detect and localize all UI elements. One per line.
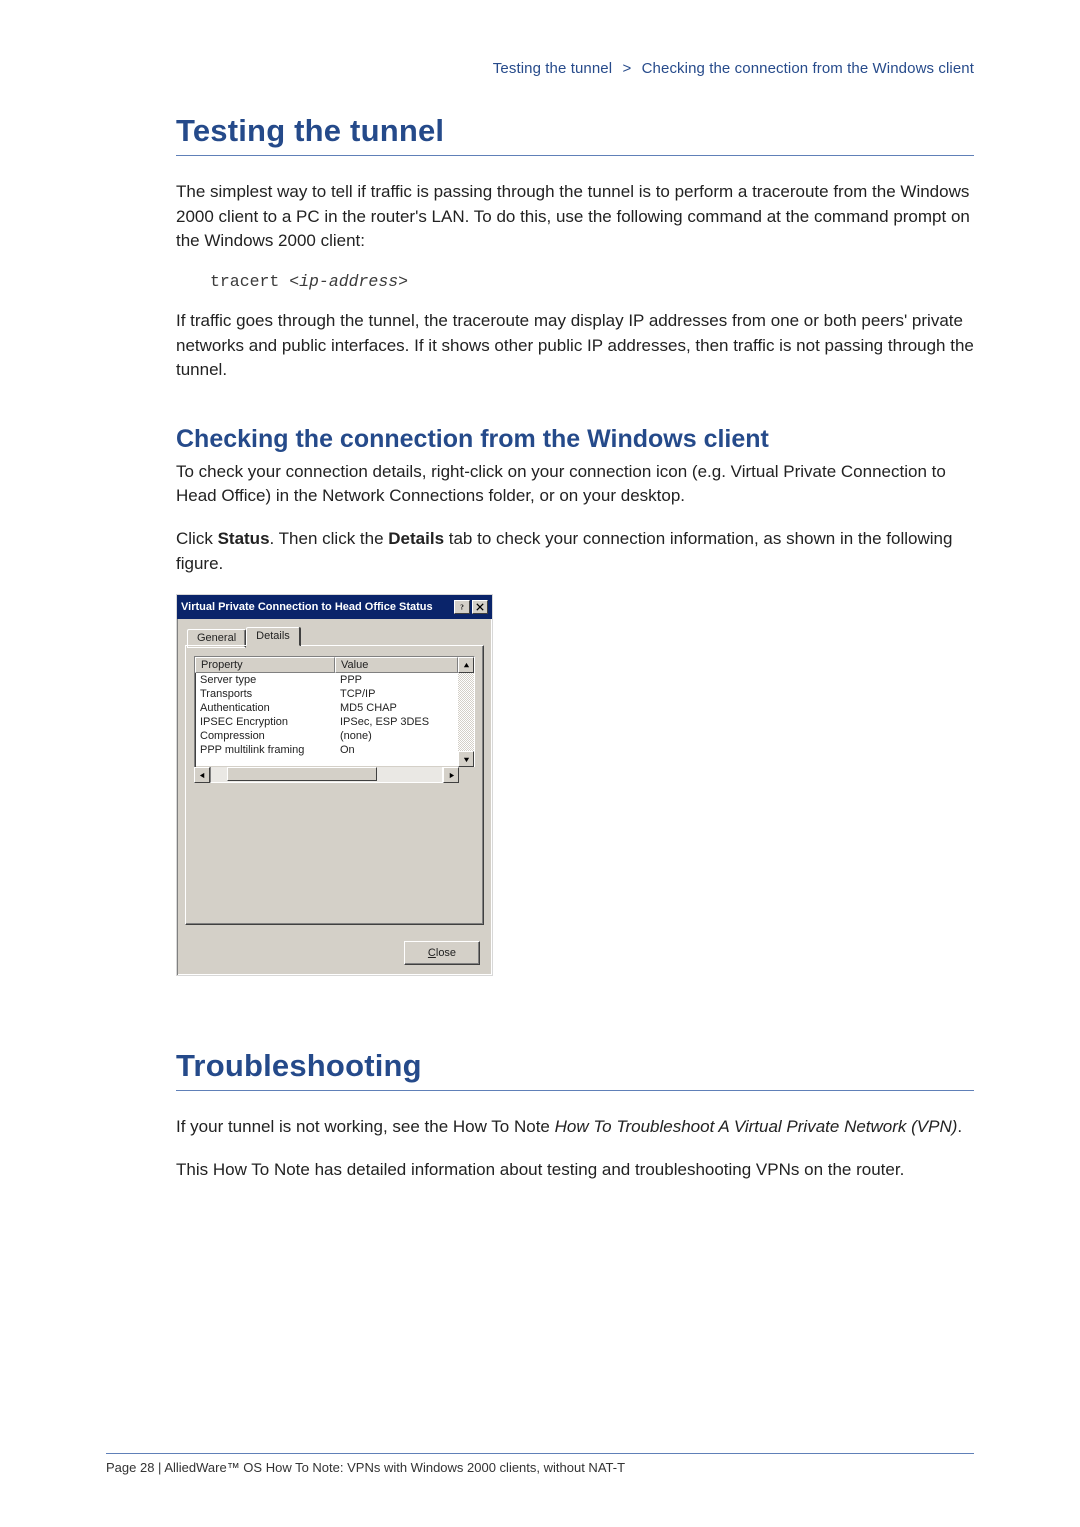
list-item: MD5 CHAP bbox=[335, 701, 458, 715]
list-item: TCP/IP bbox=[335, 687, 458, 701]
list-item: Transports bbox=[195, 687, 335, 701]
list-columns: Property Server type Transports Authenti… bbox=[195, 657, 458, 767]
list-item: PPP multilink framing bbox=[195, 743, 335, 757]
footer-rule bbox=[106, 1453, 974, 1454]
heading-rule bbox=[176, 155, 974, 156]
scroll-corner bbox=[459, 767, 475, 783]
tab-details[interactable]: Details bbox=[246, 627, 300, 646]
header-property[interactable]: Property bbox=[195, 657, 335, 673]
scroll-right-button[interactable] bbox=[443, 767, 459, 783]
para-troubleshoot-info: This How To Note has detailed informatio… bbox=[176, 1158, 974, 1183]
text-fragment: Click bbox=[176, 529, 218, 548]
breadcrumb-separator: > bbox=[622, 60, 631, 77]
page-footer: Page 28 | AlliedWare™ OS How To Note: VP… bbox=[106, 1453, 974, 1475]
scroll-track[interactable] bbox=[210, 767, 443, 783]
bold-status: Status bbox=[218, 529, 270, 548]
status-dialog-figure: Virtual Private Connection to Head Offic… bbox=[176, 594, 493, 976]
details-list[interactable]: Property Server type Transports Authenti… bbox=[194, 656, 475, 768]
list-item: (none) bbox=[335, 729, 458, 743]
document-page: Testing the tunnel > Checking the connec… bbox=[0, 0, 1080, 1527]
dialog-button-row: Close bbox=[177, 933, 492, 975]
heading-testing-the-tunnel: Testing the tunnel bbox=[176, 113, 974, 149]
para-troubleshoot-ref: If your tunnel is not working, see the H… bbox=[176, 1115, 974, 1140]
column-property: Property Server type Transports Authenti… bbox=[195, 657, 335, 767]
close-icon bbox=[476, 603, 484, 611]
details-panel: Property Server type Transports Authenti… bbox=[185, 645, 484, 925]
svg-text:?: ? bbox=[460, 604, 464, 612]
vertical-scrollbar[interactable] bbox=[458, 657, 474, 767]
column-value: Value PPP TCP/IP MD5 CHAP IPSec, ESP 3DE… bbox=[335, 657, 458, 767]
dialog-body: General Details Property Server type Tra… bbox=[177, 619, 492, 933]
scroll-up-button[interactable] bbox=[458, 657, 474, 673]
list-item: Server type bbox=[195, 673, 335, 687]
para-check-intro: To check your connection details, right-… bbox=[176, 460, 974, 509]
heading-checking-connection: Checking the connection from the Windows… bbox=[176, 425, 974, 454]
list-item: PPP bbox=[335, 673, 458, 687]
list-item: IPSec, ESP 3DES bbox=[335, 715, 458, 729]
breadcrumb-left: Testing the tunnel bbox=[493, 60, 612, 77]
triangle-up-icon bbox=[463, 662, 470, 669]
breadcrumb: Testing the tunnel > Checking the connec… bbox=[176, 60, 974, 77]
close-label-rest: lose bbox=[436, 947, 456, 959]
dialog-title: Virtual Private Connection to Head Offic… bbox=[181, 601, 452, 613]
horizontal-scrollbar[interactable] bbox=[194, 767, 475, 783]
para-tunnel-result: If traffic goes through the tunnel, the … bbox=[176, 309, 974, 383]
triangle-down-icon bbox=[463, 756, 470, 763]
close-window-button[interactable] bbox=[472, 600, 488, 614]
header-value[interactable]: Value bbox=[335, 657, 458, 673]
help-button[interactable]: ? bbox=[454, 600, 470, 614]
list-item: Authentication bbox=[195, 701, 335, 715]
question-icon: ? bbox=[458, 603, 466, 611]
triangle-right-icon bbox=[448, 772, 455, 779]
code-cmd: tracert bbox=[210, 272, 289, 291]
close-mnemonic: C bbox=[428, 947, 436, 959]
scroll-track[interactable] bbox=[458, 673, 474, 751]
italic-howto-title: How To Troubleshoot A Virtual Private Ne… bbox=[555, 1117, 958, 1136]
dialog-tabs: General Details bbox=[187, 627, 484, 646]
close-button[interactable]: Close bbox=[404, 941, 480, 965]
scroll-down-button[interactable] bbox=[458, 751, 474, 767]
code-arg: <ip-address> bbox=[289, 272, 408, 291]
code-tracert: tracert <ip-address> bbox=[210, 272, 974, 291]
list-item: IPSEC Encryption bbox=[195, 715, 335, 729]
list-item: Compression bbox=[195, 729, 335, 743]
triangle-left-icon bbox=[199, 772, 206, 779]
para-click-status: Click Status. Then click the Details tab… bbox=[176, 527, 974, 576]
dialog-titlebar: Virtual Private Connection to Head Offic… bbox=[177, 595, 492, 619]
para-tunnel-intro: The simplest way to tell if traffic is p… bbox=[176, 180, 974, 254]
text-fragment: . Then click the bbox=[270, 529, 389, 548]
heading-rule bbox=[176, 1090, 974, 1091]
text-fragment: . bbox=[957, 1117, 962, 1136]
scroll-thumb[interactable] bbox=[227, 767, 377, 781]
list-item: On bbox=[335, 743, 458, 757]
bold-details: Details bbox=[388, 529, 444, 548]
scroll-left-button[interactable] bbox=[194, 767, 210, 783]
heading-troubleshooting: Troubleshooting bbox=[176, 1048, 974, 1084]
text-fragment: If your tunnel is not working, see the H… bbox=[176, 1117, 555, 1136]
footer-text: Page 28 | AlliedWare™ OS How To Note: VP… bbox=[106, 1460, 974, 1475]
breadcrumb-right: Checking the connection from the Windows… bbox=[642, 60, 974, 77]
